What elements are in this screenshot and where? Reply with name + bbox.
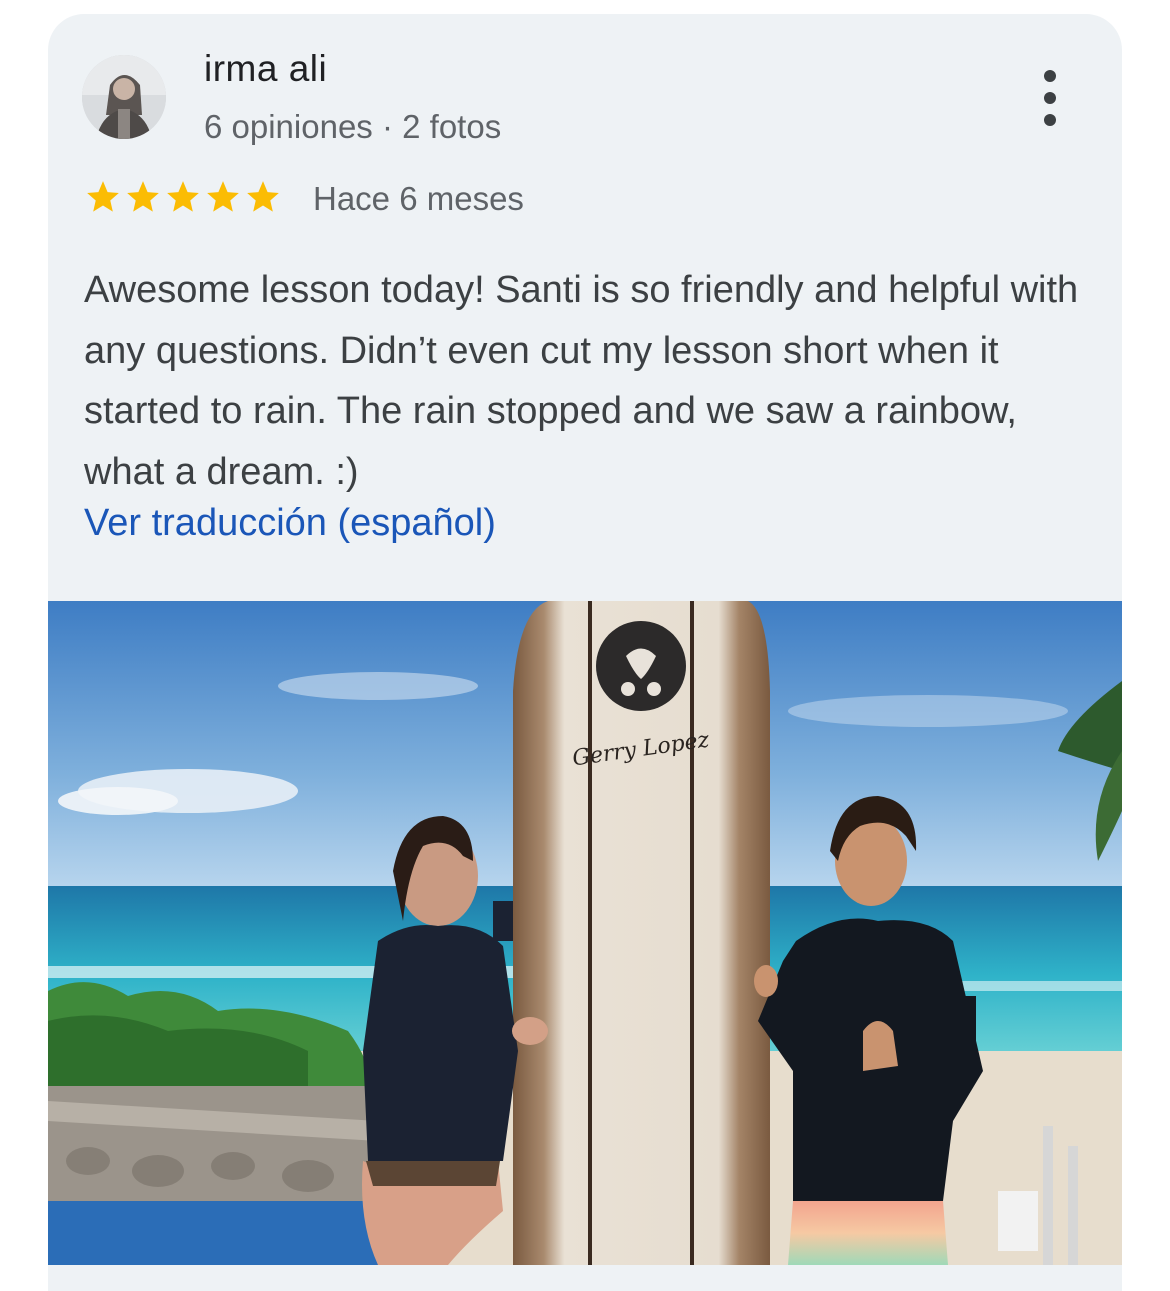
author-avatar[interactable]: [82, 55, 166, 139]
star-rating: [84, 178, 282, 216]
review-card: irma ali 6 opiniones · 2 fotos Hace 6 me…: [48, 14, 1122, 1291]
star-icon: [167, 181, 199, 212]
star-icon: [87, 181, 119, 212]
translate-link[interactable]: Ver traducción (español): [84, 502, 496, 545]
review-photo[interactable]: Gerry Lopez: [48, 601, 1122, 1265]
more-vert-icon[interactable]: [1032, 70, 1068, 126]
star-icon: [207, 181, 239, 212]
author-name[interactable]: irma ali: [204, 48, 327, 90]
star-icon: [127, 181, 159, 212]
star-icon: [247, 181, 279, 212]
review-time: Hace 6 meses: [313, 180, 524, 217]
review-text: Awesome lesson today! Santi is so friend…: [84, 269, 1079, 493]
author-meta: 6 opiniones · 2 fotos: [204, 108, 502, 145]
beach-surf-photo: Gerry Lopez: [48, 601, 1122, 1265]
